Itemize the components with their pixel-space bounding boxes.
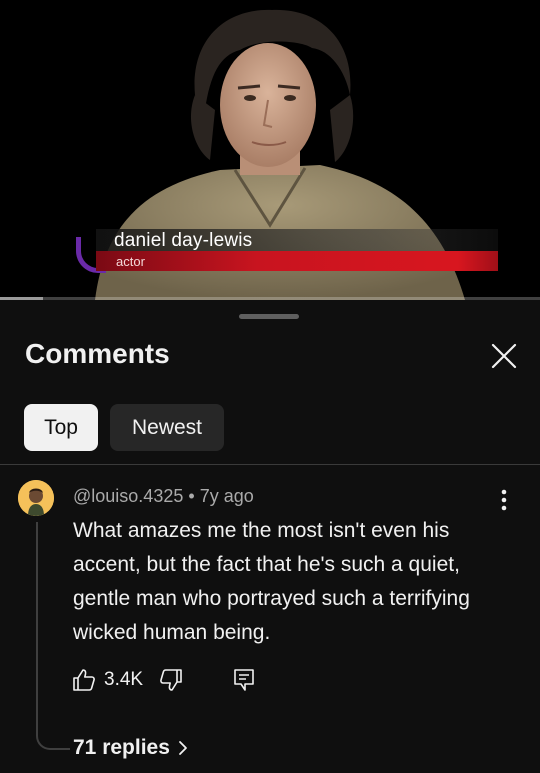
close-button[interactable] xyxy=(486,338,522,374)
avatar-image xyxy=(18,480,54,516)
more-vertical-icon xyxy=(501,489,507,511)
reply-button[interactable] xyxy=(233,668,255,692)
like-count: 3.4K xyxy=(104,669,144,690)
chip-top[interactable]: Top xyxy=(24,404,98,451)
thread-line xyxy=(36,522,70,750)
chevron-right-icon xyxy=(179,741,187,755)
comment-age: 7y ago xyxy=(199,486,254,506)
divider xyxy=(0,464,540,465)
view-replies-button[interactable]: 71 replies xyxy=(73,736,188,760)
chip-newest[interactable]: Newest xyxy=(110,404,224,451)
replies-count: 71 replies xyxy=(73,736,170,759)
avatar[interactable] xyxy=(18,480,54,516)
dislike-button[interactable] xyxy=(159,668,183,692)
thumbs-down-icon xyxy=(160,669,182,691)
meta-separator: • xyxy=(188,486,195,506)
comment-text: What amazes me the most isn't even his a… xyxy=(73,519,470,644)
lower-third: daniel day-lewis actor xyxy=(76,229,498,273)
comment-actions: 3.4K xyxy=(72,665,255,695)
more-options-button[interactable] xyxy=(490,486,518,514)
drag-handle[interactable] xyxy=(239,314,299,319)
comment-author[interactable]: @louiso.4325 xyxy=(73,486,183,506)
lower-third-role: actor xyxy=(116,254,145,269)
sheet-title: Comments xyxy=(25,338,170,369)
close-icon xyxy=(491,343,517,369)
thumbs-up-icon xyxy=(73,669,95,691)
video-player[interactable]: daniel day-lewis actor xyxy=(0,0,540,300)
comment-meta: @louiso.4325 • 7y ago xyxy=(73,486,254,507)
reply-comment-icon xyxy=(234,669,254,691)
comments-sheet: Comments Top Newest @louiso.4325 • 7y ag… xyxy=(0,300,540,773)
lower-third-name: daniel day-lewis xyxy=(114,230,253,251)
like-button[interactable]: 3.4K xyxy=(72,668,159,692)
sort-chips: Top Newest xyxy=(24,404,224,451)
